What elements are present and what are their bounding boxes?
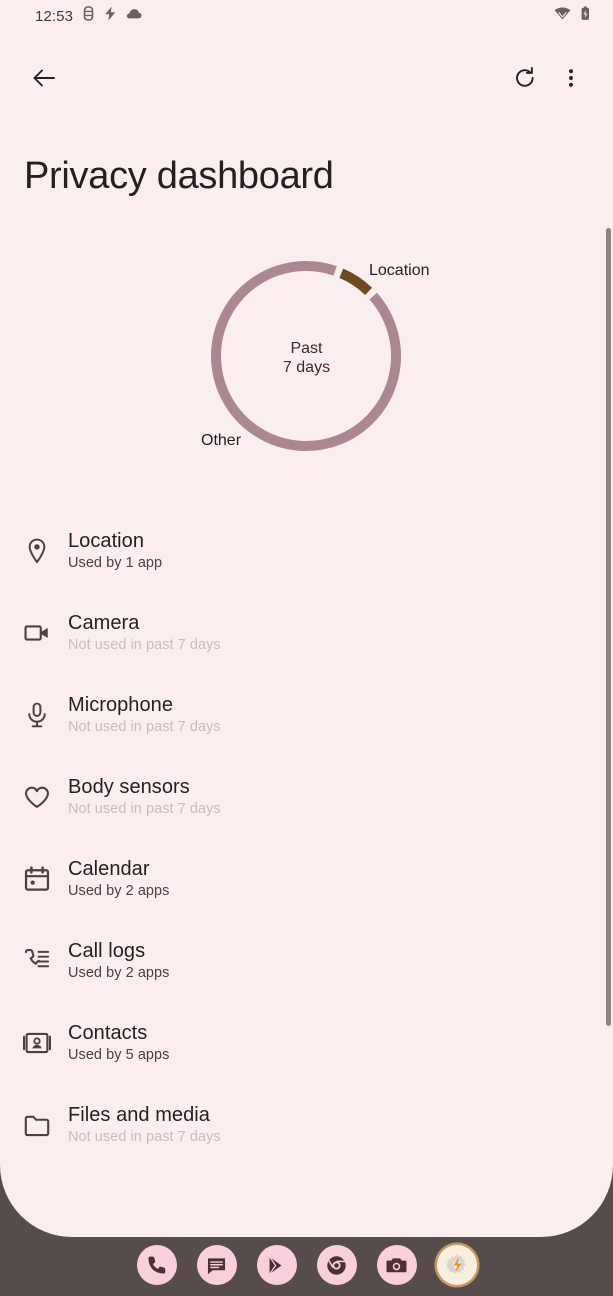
calendar-icon bbox=[22, 864, 52, 894]
permission-subtitle: Used by 2 apps bbox=[68, 964, 170, 981]
more-options-icon bbox=[560, 67, 582, 92]
permission-title: Contacts bbox=[68, 1021, 148, 1044]
privacy-usage-donut-chart: Past 7 days Location Other bbox=[0, 228, 613, 498]
permission-subtitle: Not used in past 7 days bbox=[68, 718, 221, 735]
permission-subtitle: Not used in past 7 days bbox=[68, 1128, 221, 1145]
permission-row-location[interactable]: Location Used by 1 app bbox=[0, 510, 613, 592]
refresh-button[interactable] bbox=[503, 57, 547, 101]
app-window: 12:53 Privacy dashboard Past 7 days Loca… bbox=[0, 0, 613, 1237]
permission-row-calendar[interactable]: Calendar Used by 2 apps bbox=[0, 838, 613, 920]
action-bar bbox=[0, 50, 613, 108]
status-clock: 12:53 bbox=[35, 7, 74, 25]
video-camera-icon bbox=[22, 618, 52, 648]
permission-row-text: Files and media Not used in past 7 days bbox=[68, 1104, 221, 1146]
permission-title: Location bbox=[68, 529, 145, 552]
dock bbox=[0, 1234, 613, 1296]
permission-subtitle: Not used in past 7 days bbox=[68, 636, 221, 653]
donut-svg bbox=[211, 261, 401, 451]
camera-app-icon[interactable] bbox=[376, 1245, 417, 1285]
permission-subtitle: Used by 5 apps bbox=[68, 1046, 170, 1063]
permission-list: Location Used by 1 app Camera Not used in p… bbox=[0, 510, 613, 1166]
overflow-menu-button[interactable] bbox=[549, 57, 593, 101]
permission-title: Call logs bbox=[68, 939, 146, 962]
permission-title: Microphone bbox=[68, 693, 174, 716]
call-logs-icon bbox=[22, 946, 52, 976]
phone-app-icon[interactable] bbox=[136, 1245, 177, 1285]
lightning-bolt-icon bbox=[104, 6, 117, 26]
permission-row-microphone[interactable]: Microphone Not used in past 7 days bbox=[0, 674, 613, 756]
permission-row-text: Contacts Used by 5 apps bbox=[68, 1022, 169, 1064]
contacts-icon bbox=[22, 1028, 52, 1058]
status-bar-left: 12:53 bbox=[35, 6, 142, 26]
permission-row-camera[interactable]: Camera Not used in past 7 days bbox=[0, 592, 613, 674]
scrollbar[interactable] bbox=[606, 228, 611, 1026]
permission-row-text: Location Used by 1 app bbox=[68, 530, 162, 572]
permission-row-text: Microphone Not used in past 7 days bbox=[68, 694, 221, 736]
messages-app-icon[interactable] bbox=[196, 1245, 237, 1285]
permission-subtitle: Used by 1 app bbox=[68, 554, 163, 571]
back-button[interactable] bbox=[22, 57, 66, 101]
cloud-icon bbox=[126, 6, 142, 26]
permission-row-text: Call logs Used by 2 apps bbox=[68, 940, 169, 982]
permission-row-files-and-media[interactable]: Files and media Not used in past 7 days bbox=[0, 1084, 613, 1166]
back-arrow-icon bbox=[31, 65, 57, 94]
permission-row-text: Body sensors Not used in past 7 days bbox=[68, 776, 221, 818]
chrome-app-icon[interactable] bbox=[316, 1245, 357, 1285]
permission-title: Files and media bbox=[68, 1103, 210, 1126]
chart-label-location: Location bbox=[369, 262, 430, 279]
permission-subtitle: Not used in past 7 days bbox=[68, 800, 221, 817]
battery-charging-icon bbox=[580, 6, 591, 26]
action-bar-right-group bbox=[503, 57, 593, 101]
refresh-icon bbox=[513, 66, 537, 93]
donut-arc-other bbox=[211, 261, 401, 451]
chart-label-other: Other bbox=[201, 432, 242, 449]
permission-title: Camera bbox=[68, 611, 140, 634]
status-bar-right bbox=[554, 6, 591, 26]
permission-row-text: Camera Not used in past 7 days bbox=[68, 612, 221, 654]
automation-app-icon[interactable] bbox=[436, 1245, 477, 1285]
donut-arc-location bbox=[339, 268, 373, 296]
page-title: Privacy dashboard bbox=[24, 155, 334, 197]
permission-row-text: Calendar Used by 2 apps bbox=[68, 858, 169, 900]
microphone-icon bbox=[22, 700, 52, 730]
status-bar: 12:53 bbox=[0, 0, 613, 32]
wifi-icon bbox=[554, 6, 571, 26]
permission-row-contacts[interactable]: Contacts Used by 5 apps bbox=[0, 1002, 613, 1084]
permission-row-call-logs[interactable]: Call logs Used by 2 apps bbox=[0, 920, 613, 1002]
permission-row-body-sensors[interactable]: Body sensors Not used in past 7 days bbox=[0, 756, 613, 838]
permission-title: Body sensors bbox=[68, 775, 190, 798]
permission-title: Calendar bbox=[68, 857, 150, 880]
folder-icon bbox=[22, 1110, 52, 1140]
location-pin-icon bbox=[22, 536, 52, 566]
play-store-app-icon[interactable] bbox=[256, 1245, 297, 1285]
vibrate-icon bbox=[82, 6, 95, 26]
heart-icon bbox=[22, 782, 52, 812]
permission-subtitle: Used by 2 apps bbox=[68, 882, 170, 899]
